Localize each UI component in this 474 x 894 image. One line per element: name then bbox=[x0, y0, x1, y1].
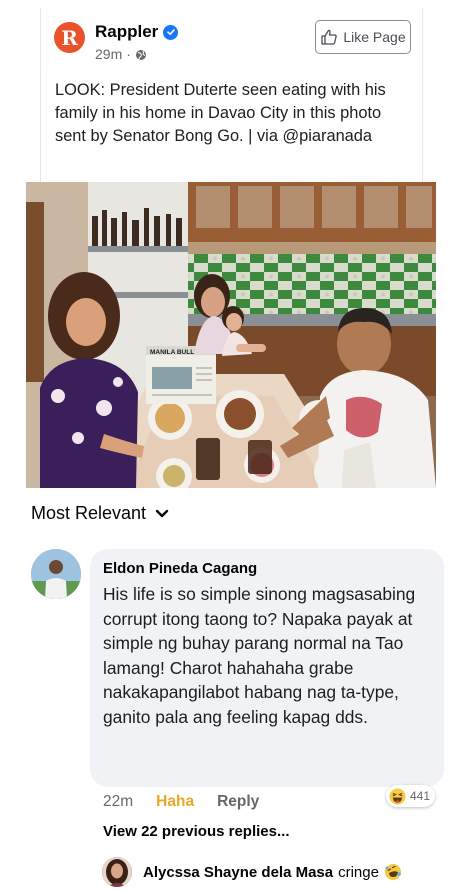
page-name[interactable]: Rappler bbox=[95, 22, 158, 42]
haha-reaction-button[interactable]: Haha bbox=[156, 793, 194, 811]
post-timestamp[interactable]: 29m bbox=[95, 46, 122, 62]
like-page-button[interactable]: Like Page bbox=[315, 20, 411, 54]
comment-author[interactable]: Eldon Pineda Cagang bbox=[103, 560, 257, 577]
globe-icon bbox=[135, 48, 147, 60]
comment-actions: 22m Haha Reply bbox=[103, 793, 259, 811]
verified-badge-icon bbox=[163, 24, 179, 40]
reply-button[interactable]: Reply bbox=[217, 793, 259, 811]
page-name-row: Rappler bbox=[95, 22, 179, 42]
view-previous-replies-link[interactable]: View 22 previous replies... bbox=[103, 823, 289, 840]
rappler-logo[interactable]: R bbox=[54, 22, 85, 53]
thumbs-up-icon bbox=[321, 29, 338, 45]
reply-author-avatar[interactable] bbox=[102, 857, 132, 887]
comment-sort-dropdown[interactable]: Most Relevant bbox=[31, 503, 169, 524]
like-page-label: Like Page bbox=[343, 29, 406, 45]
commenter-avatar-photo bbox=[31, 549, 81, 599]
reaction-count: 441 bbox=[410, 789, 431, 803]
comment-text: His life is so simple sinong magsasabing… bbox=[103, 584, 416, 727]
haha-emoji-icon bbox=[389, 787, 406, 805]
post-text: LOOK: President Duterte seen eating with… bbox=[55, 81, 386, 145]
post-meta: 29m · bbox=[95, 46, 147, 62]
comment-timestamp[interactable]: 22m bbox=[103, 793, 133, 811]
post-photo[interactable]: MANILA BULLETIN bbox=[26, 182, 436, 488]
reply-text: cringe bbox=[338, 863, 379, 881]
rofl-emoji-icon bbox=[384, 864, 401, 880]
meta-separator: · bbox=[126, 46, 131, 62]
reply-author-name[interactable]: Alycssa Shayne dela Masa bbox=[143, 864, 333, 881]
reply-avatar-photo bbox=[102, 857, 132, 887]
rappler-logo-initial: R bbox=[61, 25, 78, 50]
sort-label: Most Relevant bbox=[31, 503, 147, 523]
reaction-count-badge[interactable]: 441 bbox=[386, 785, 436, 807]
comment-bubble: Eldon Pineda Cagang His life is so simpl… bbox=[90, 549, 444, 787]
chevron-down-icon bbox=[155, 509, 169, 517]
post-card: R Rappler 29m · Like Page LOOK: Presiden… bbox=[40, 8, 423, 184]
latest-reply-preview[interactable]: Alycssa Shayne dela Masa cringe bbox=[143, 863, 402, 881]
commenter-avatar[interactable] bbox=[31, 549, 81, 599]
family-dinner-photo: MANILA BULLETIN bbox=[26, 182, 436, 488]
